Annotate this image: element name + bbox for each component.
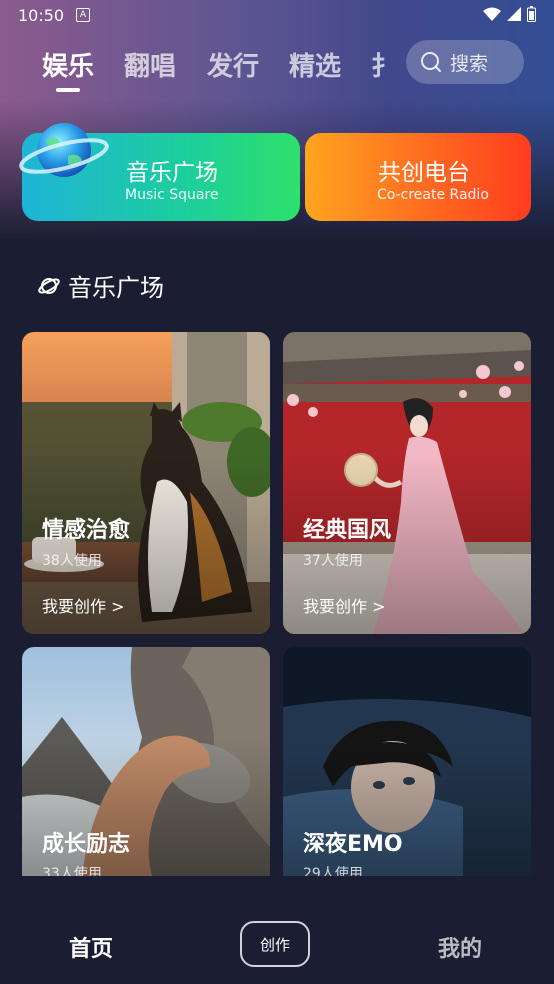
notification-icon: A [76,8,90,22]
music-square-title: 音乐广场 [126,160,218,186]
nav-home[interactable]: 首页 [69,931,113,963]
card-growth-usage: 33人使用 [42,866,102,876]
search-box[interactable]: 搜索 [406,40,524,84]
bottom-navigation: 首页 创作 我的 [0,876,554,984]
nav-create-label: 创作 [259,935,290,954]
music-square-subtitle: Music Square [125,187,219,203]
signal-icon [507,7,521,21]
status-bar: 10:50 A [0,0,554,30]
card-emo[interactable]: 深夜EMO 29人使用 [283,647,531,876]
card-emo-title: 深夜EMO [303,832,403,857]
search-icon [421,52,441,72]
cocreate-radio-banner[interactable]: 共创电台 Co-create Radio [305,133,531,221]
card-emo-usage: 29人使用 [303,866,363,876]
card-healing-create-link[interactable]: 我要创作 > [42,593,125,617]
card-guofeng[interactable]: 经典国风 37人使用 我要创作 > [283,332,531,634]
tab-release[interactable]: 发行 [207,46,259,83]
tab-featured[interactable]: 精选 [289,46,341,83]
card-guofeng-create-link[interactable]: 我要创作 > [303,593,386,617]
active-tab-indicator [56,88,80,92]
card-growth-title: 成长励志 [42,832,131,857]
search-placeholder: 搜索 [450,52,489,75]
cocreate-radio-title: 共创电台 [378,160,470,186]
section-header: 音乐广场 [38,268,164,303]
card-healing-usage: 38人使用 [42,553,102,569]
tab-cover[interactable]: 翻唱 [124,46,176,83]
card-guofeng-title: 经典国风 [303,518,392,543]
section-title: 音乐广场 [68,274,164,302]
planet-icon [38,277,60,294]
card-growth[interactable]: 成长励志 33人使用 [22,647,270,876]
card-healing[interactable]: 情感治愈 38人使用 我要创作 > [22,332,270,634]
system-icons [483,6,536,22]
tab-entertainment[interactable]: 娱乐 [42,46,94,83]
card-healing-title: 情感治愈 [42,518,131,543]
nav-create-button[interactable]: 创作 [240,921,310,967]
cocreate-radio-subtitle: Co-create Radio [377,187,489,203]
wifi-icon [483,7,501,21]
tab-truncated[interactable]: 扌 [371,46,385,83]
card-guofeng-usage: 37人使用 [303,553,363,569]
battery-icon [527,6,536,22]
status-time: 10:50 [18,6,65,25]
globe-icon [19,123,109,177]
nav-mine[interactable]: 我的 [438,931,482,963]
